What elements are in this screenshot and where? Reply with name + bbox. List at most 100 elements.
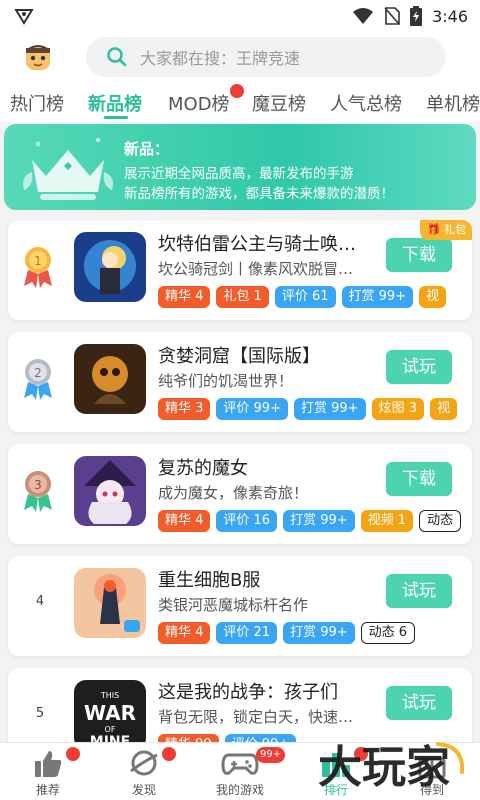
crown-icon [23,138,113,200]
tag-chip[interactable]: 评价 61 [274,286,336,308]
watermark-logo: 大玩家 [318,742,465,792]
tab-mod[interactable]: MOD榜 [168,84,244,116]
download-button[interactable]: 下载 [386,462,452,496]
planet-icon [130,750,158,776]
tag-chip[interactable]: 视 [429,398,457,420]
status-bar: 3:46 [0,0,480,32]
try-button[interactable]: 试玩 [386,350,452,384]
nav-my-games-label: 我的游戏 [215,783,264,797]
nav-my-games[interactable]: 我的游戏 99+ [200,747,286,799]
new-games-banner: 新品： 展示近期全网品质高，最新发布的手游 新品榜所有的游戏，都具备未来爆款的潜… [4,124,476,210]
tab-popular[interactable]: 人气总榜 [330,90,402,116]
list-item[interactable]: 3 复苏的魔女 成为魔女，像素奇旅！ 精华 4 评价 16 打赏 99+ 视频 1 动态… [8,444,472,544]
tag-chip[interactable]: 精华 3 [158,398,211,420]
tab-single-label: 单机榜 [426,94,480,115]
nav-discover-label: 发现 [131,783,156,797]
tag-chip[interactable]: 精华 4 [158,622,211,644]
game-description: 纯爷们的饥渴世界！ [158,372,294,390]
tag-chip[interactable]: 打赏 99+ [341,286,414,308]
no-sim-icon [384,7,400,25]
tag-chip[interactable]: 打赏 99+ [283,510,355,532]
vpn-shield-icon [14,9,34,25]
tag-chip[interactable]: 打赏 99+ [293,398,366,420]
game-title: 坎特伯雷公主与骑士唤… [158,234,356,255]
game-title: 这是我的战争：孩子们 [158,682,338,703]
nav-discover[interactable]: 发现 [104,747,184,799]
tab-mod-label: MOD榜 [168,94,230,115]
thumbs-up-icon [35,751,62,777]
game-icon [74,344,146,414]
tab-new[interactable]: 新品榜 [88,90,142,116]
tag-row: 精华 3 评价 99+ 打赏 99+ 炫图 3视 [158,398,472,420]
svg-text:OF: OF [105,725,116,734]
game-description: 背包无限，锁定白天，快速… [158,708,354,726]
clock: 3:46 [432,6,468,26]
list-item[interactable]: 4 重生细胞B服 类银河恶魔城标杆名作 精华 4 评价 21 打赏 99+ 动态 6 … [8,556,472,656]
gift-badge: 🎁 礼包 [420,220,472,240]
try-button[interactable]: 试玩 [386,686,452,720]
tag-chip[interactable]: 打赏 99+ [283,622,355,644]
svg-text:WAR: WAR [84,701,136,725]
search-placeholder: 大家都在搜：王牌竞速 [140,49,301,68]
avatar[interactable] [20,40,56,76]
tab-hot[interactable]: 热门榜 [10,90,64,116]
notification-dot [66,747,80,761]
game-title: 重生细胞B服 [158,570,261,591]
search-bar[interactable]: 大家都在搜：王牌竞速 [86,37,446,77]
game-icon: THIS WAR OF MINE [74,680,146,750]
tag-row: 精华 4 评价 21 打赏 99+ 动态 6 [158,622,472,644]
nav-recommend-label: 推荐 [35,783,60,797]
nav-recommend[interactable]: 推荐 [8,747,88,799]
notification-dot [162,747,176,761]
rank-label: 5 [35,706,45,721]
banner-title: 新品： [124,140,170,158]
tag-chip[interactable]: 视 [419,286,447,308]
tag-chip[interactable]: 炫图 3 [371,398,424,420]
tab-modou-label: 魔豆榜 [252,94,306,115]
game-icon [74,456,146,526]
gift-label: 礼包 [444,223,466,236]
tag-chip[interactable]: 评价 99+ [216,398,288,420]
tag-chip[interactable]: 视频 1 [360,510,414,532]
count-badge: 99+ [256,747,286,763]
tag-row: 精华 4 评价 16 打赏 99+ 视频 1 动态 [158,510,472,532]
tag-chip[interactable]: 评价 21 [216,622,278,644]
rank-label: 3 [34,478,42,492]
banner-line-2: 新品榜所有的游戏，都具备未来爆款的潜质！ [124,186,394,202]
game-description: 成为魔女，像素奇旅！ [158,484,309,502]
tag-row: 精华 4 礼包 1 评价 61 打赏 99+ 视 [158,286,472,308]
status-right: 3:46 [352,5,468,27]
tag-chip[interactable]: 动态 [419,510,462,532]
game-description: 坎公骑冠剑丨像素风欢脱冒… [158,260,354,278]
gold-medal-icon: 1 [24,247,52,288]
tab-hot-label: 热门榜 [10,94,64,115]
tag-chip[interactable]: 精华 4 [158,510,211,532]
tag-chip[interactable]: 礼包 1 [216,286,269,308]
wifi-icon [353,8,374,24]
top-bar: 大家都在搜：王牌竞速 [0,32,480,84]
gift-icon: 🎁 [426,223,441,236]
list-item[interactable]: 1 坎特伯雷公主与骑士唤… 坎公骑冠剑丨像素风欢脱冒… 精华 4 礼包 1 评价 6… [8,220,472,320]
tab-single[interactable]: 单机榜 [426,90,480,116]
banner-line-1: 展示近期全网品质高，最新发布的手游 [124,166,354,182]
search-icon [107,47,127,67]
game-title: 复苏的魔女 [158,458,248,479]
silver-medal-icon: 2 [24,359,52,400]
tag-chip[interactable]: 动态 6 [360,622,416,644]
game-icon [74,232,146,302]
category-tabs: 热门榜 新品榜 MOD榜 魔豆榜 人气总榜 单机榜 [0,84,480,122]
list-item[interactable]: 2 贪婪洞窟【国际版】 纯爷们的饥渴世界！ 精华 3 评价 99+ 打赏 99+ 炫图… [8,332,472,432]
game-description: 类银河恶魔城标杆名作 [158,596,309,614]
rank-label: 2 [34,366,42,380]
rank-label: 1 [34,254,42,268]
tag-chip[interactable]: 精华 4 [158,286,211,308]
tab-modou[interactable]: 魔豆榜 [252,90,306,116]
game-icon [74,568,146,638]
svg-text:THIS: THIS [100,691,119,700]
tag-chip[interactable]: 评价 16 [216,510,278,532]
try-button[interactable]: 试玩 [386,574,452,608]
gamepad-icon [221,753,259,775]
watermark-text: 大玩家 [318,742,450,792]
game-title: 贪婪洞窟【国际版】 [158,346,320,367]
download-button[interactable]: 下载 [386,238,452,272]
